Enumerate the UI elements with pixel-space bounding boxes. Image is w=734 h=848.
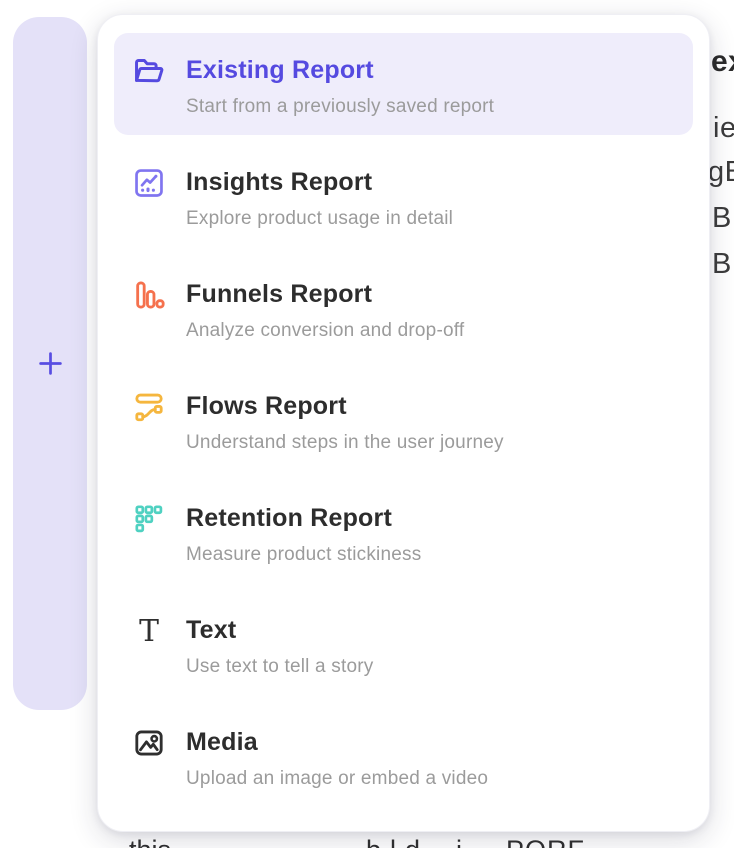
text-icon: T <box>131 613 167 649</box>
menu-item-title: Media <box>186 727 676 757</box>
background-text-fragment: PORF <box>506 835 585 848</box>
menu-item-funnels-report[interactable]: Funnels Report Analyze conversion and dr… <box>114 257 693 359</box>
add-report-menu: Existing Report Start from a previously … <box>97 14 710 832</box>
menu-item-title: Text <box>186 615 676 645</box>
plus-icon <box>37 350 64 377</box>
retention-grid-icon <box>131 501 167 537</box>
background-text-fragment: gB <box>708 156 734 189</box>
menu-item-existing-report[interactable]: Existing Report Start from a previously … <box>114 33 693 135</box>
background-text-fragment: B <box>712 202 732 235</box>
board-background: ex ie gB B B this bld i. PORF Existing R… <box>0 0 734 848</box>
bar-chart-icon <box>131 277 167 313</box>
background-text-fragment: B <box>712 248 732 281</box>
svg-text:T: T <box>139 614 159 648</box>
menu-item-text[interactable]: T Text Use text to tell a story <box>114 593 693 695</box>
add-card-button[interactable] <box>13 17 87 710</box>
menu-item-title: Funnels Report <box>186 279 676 309</box>
background-text-fragment: bld <box>366 835 429 848</box>
background-text-fragment: this <box>129 835 171 848</box>
menu-item-retention-report[interactable]: Retention Report Measure product stickin… <box>114 481 693 583</box>
line-chart-icon <box>131 165 167 201</box>
background-text-fragment: i. <box>456 835 470 848</box>
menu-item-subtitle: Use text to tell a story <box>186 655 676 678</box>
menu-item-title: Retention Report <box>186 503 676 533</box>
menu-item-insights-report[interactable]: Insights Report Explore product usage in… <box>114 145 693 247</box>
background-text-fragment: ex <box>711 45 734 79</box>
menu-item-subtitle: Start from a previously saved report <box>186 95 676 118</box>
menu-item-subtitle: Understand steps in the user journey <box>186 431 676 454</box>
image-icon <box>131 725 167 761</box>
menu-item-subtitle: Explore product usage in detail <box>186 207 676 230</box>
menu-item-subtitle: Analyze conversion and drop-off <box>186 319 676 342</box>
menu-item-title: Insights Report <box>186 167 676 197</box>
menu-item-flows-report[interactable]: Flows Report Understand steps in the use… <box>114 369 693 471</box>
flow-sankey-icon <box>131 389 167 425</box>
menu-item-title: Existing Report <box>186 55 676 85</box>
menu-item-title: Flows Report <box>186 391 676 421</box>
menu-item-subtitle: Upload an image or embed a video <box>186 767 676 790</box>
menu-item-media[interactable]: Media Upload an image or embed a video <box>114 705 693 807</box>
folder-open-icon <box>131 53 167 89</box>
menu-item-subtitle: Measure product stickiness <box>186 543 676 566</box>
background-text-fragment: ie <box>713 112 734 145</box>
